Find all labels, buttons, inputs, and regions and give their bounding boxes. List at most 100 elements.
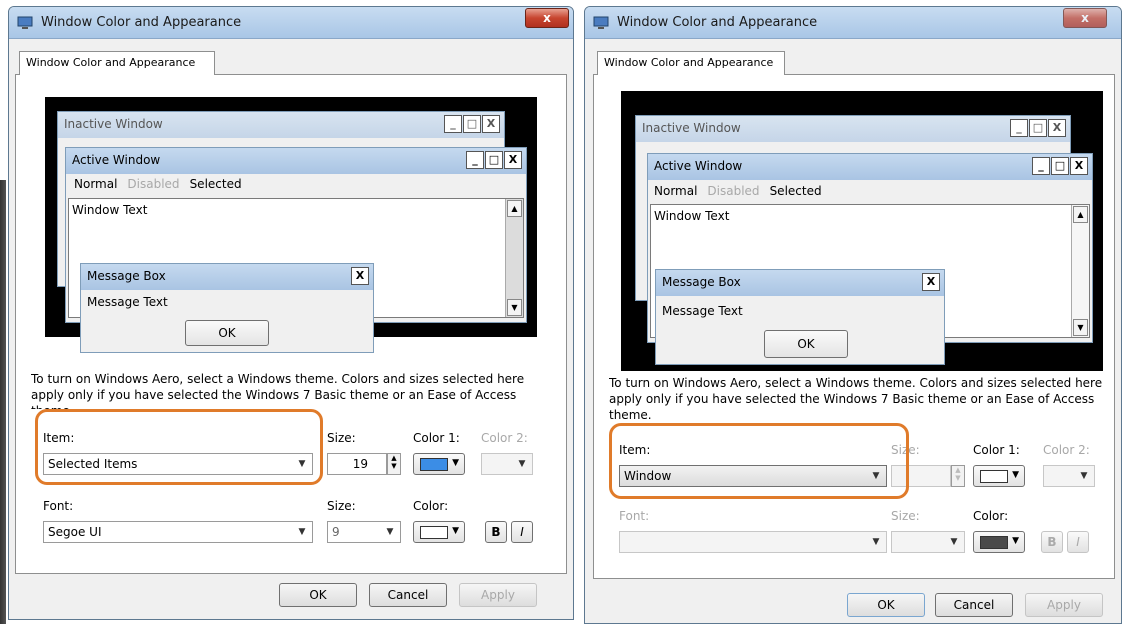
message-box: Message Box X Message Text OK: [655, 269, 945, 365]
bold-button[interactable]: B: [485, 521, 507, 543]
menu-selected: Selected: [769, 184, 822, 198]
menu-normal: Normal: [74, 177, 118, 191]
italic-button[interactable]: I: [511, 521, 533, 543]
size-spinner[interactable]: ▲ ▼: [951, 465, 965, 487]
message-text: Message Text: [662, 304, 743, 318]
cancel-button[interactable]: Cancel: [935, 593, 1013, 617]
size-input[interactable]: [891, 465, 951, 487]
tab-window-color[interactable]: Window Color and Appearance: [597, 51, 785, 75]
appearance-preview[interactable]: Inactive Window _ □ X Active Window _ □ …: [621, 91, 1103, 371]
active-caption-buttons: _ □ X: [1032, 157, 1088, 175]
preview-menu: Normal Disabled Selected: [74, 177, 242, 191]
appearance-preview[interactable]: Inactive Window _ □ X Active Window _ □ …: [45, 97, 537, 353]
minimize-icon: _: [1010, 119, 1028, 137]
font-size-select[interactable]: ▼: [891, 531, 965, 553]
font-size-select[interactable]: 9 ▼: [327, 521, 401, 543]
inactive-window-title: Inactive Window _ □ X: [636, 116, 1070, 142]
message-box-caption: X: [351, 267, 369, 285]
ok-button[interactable]: OK: [279, 583, 357, 607]
font-color-swatch: [420, 526, 448, 539]
apply-button[interactable]: Apply: [1025, 593, 1103, 617]
minimize-icon: _: [1032, 157, 1050, 175]
background-edge: [0, 180, 6, 624]
inactive-caption-buttons: _ □ X: [444, 115, 500, 133]
menu-disabled: Disabled: [127, 177, 180, 191]
chevron-down-icon: ▼: [452, 526, 459, 536]
appearance-dialog-left: Window Color and Appearance x Window Col…: [8, 6, 574, 620]
maximize-icon: □: [463, 115, 481, 133]
font-color-label: Color:: [413, 499, 449, 513]
scroll-down-icon: ▼: [1073, 319, 1088, 336]
scrollbar: ▲ ▼: [505, 199, 523, 317]
font-color-label: Color:: [973, 509, 1009, 523]
bold-button[interactable]: B: [1041, 531, 1063, 553]
inactive-caption-buttons: _ □ X: [1010, 119, 1066, 137]
font-color-button[interactable]: ▼: [413, 521, 465, 543]
chevron-down-icon: ▼: [518, 459, 526, 469]
menu-disabled: Disabled: [707, 184, 760, 198]
preview-menu: Normal Disabled Selected: [654, 184, 822, 198]
apply-button[interactable]: Apply: [459, 583, 537, 607]
instructions-text: To turn on Windows Aero, select a Window…: [31, 372, 525, 409]
scrollbar: ▲ ▼: [1071, 205, 1089, 337]
item-label: Item:: [619, 443, 651, 457]
chevron-down-icon: ▼: [950, 537, 958, 547]
window-text: Window Text: [654, 209, 730, 223]
maximize-icon: □: [1051, 157, 1069, 175]
item-select-value: Window: [624, 469, 672, 483]
item-select[interactable]: Window ▼: [619, 465, 887, 487]
color2-label: Color 2:: [481, 431, 528, 445]
title-bar[interactable]: Window Color and Appearance x: [585, 7, 1121, 39]
maximize-icon: □: [1029, 119, 1047, 137]
color1-label: Color 1:: [413, 431, 460, 445]
chevron-down-icon: ▼: [452, 458, 459, 468]
display-icon: [593, 16, 609, 29]
active-caption-buttons: _ □ X: [466, 151, 522, 169]
font-select-value: Segoe UI: [48, 525, 102, 539]
size-input[interactable]: 19: [327, 453, 387, 475]
chevron-down-icon: ▼: [872, 537, 880, 547]
font-size-value: 9: [332, 525, 340, 539]
scroll-up-icon: ▲: [1073, 206, 1088, 223]
active-window-title-text: Active Window: [72, 153, 161, 167]
color2-button[interactable]: ▼: [1043, 465, 1095, 487]
color2-button[interactable]: ▼: [481, 453, 533, 475]
close-button[interactable]: x: [525, 8, 569, 28]
item-select[interactable]: Selected Items ▼: [43, 453, 313, 475]
close-icon: X: [1048, 119, 1066, 137]
active-window-title: Active Window _ □ X: [66, 148, 526, 174]
italic-button[interactable]: I: [1067, 531, 1089, 553]
maximize-icon: □: [485, 151, 503, 169]
active-window-title-text: Active Window: [654, 159, 743, 173]
title-bar[interactable]: Window Color and Appearance x: [9, 7, 573, 39]
font-select[interactable]: Segoe UI ▼: [43, 521, 313, 543]
font-size-label: Size:: [327, 499, 356, 513]
color1-swatch: [420, 458, 448, 471]
chevron-down-icon: ▼: [1012, 470, 1019, 480]
dialog-title: Window Color and Appearance: [617, 15, 818, 30]
inactive-window-title-text: Inactive Window: [64, 117, 163, 131]
minimize-icon: _: [466, 151, 484, 169]
message-box-title: Message Box X: [656, 270, 944, 296]
font-color-button[interactable]: ▼: [973, 531, 1025, 553]
message-box-title: Message Box X: [81, 264, 373, 290]
close-icon: X: [1070, 157, 1088, 175]
item-select-value: Selected Items: [48, 457, 138, 471]
scroll-down-icon: ▼: [507, 299, 522, 316]
color1-button[interactable]: ▼: [413, 453, 465, 475]
size-spinner[interactable]: ▲ ▼: [387, 453, 401, 475]
window-text: Window Text: [72, 203, 148, 217]
instructions-text: To turn on Windows Aero, select a Window…: [609, 376, 1103, 422]
dialog-title: Window Color and Appearance: [41, 15, 242, 30]
close-button[interactable]: x: [1063, 8, 1107, 28]
ok-button[interactable]: OK: [847, 593, 925, 617]
font-label: Font:: [43, 499, 74, 513]
color1-swatch: [980, 470, 1008, 483]
font-select[interactable]: ▼: [619, 531, 887, 553]
inactive-window-title-text: Inactive Window: [642, 121, 741, 135]
cancel-button[interactable]: Cancel: [369, 583, 447, 607]
tab-window-color[interactable]: Window Color and Appearance: [19, 51, 215, 75]
message-box: Message Box X Message Text OK: [80, 263, 374, 353]
chevron-down-icon: ▼: [386, 527, 394, 537]
color1-button[interactable]: ▼: [973, 465, 1025, 487]
